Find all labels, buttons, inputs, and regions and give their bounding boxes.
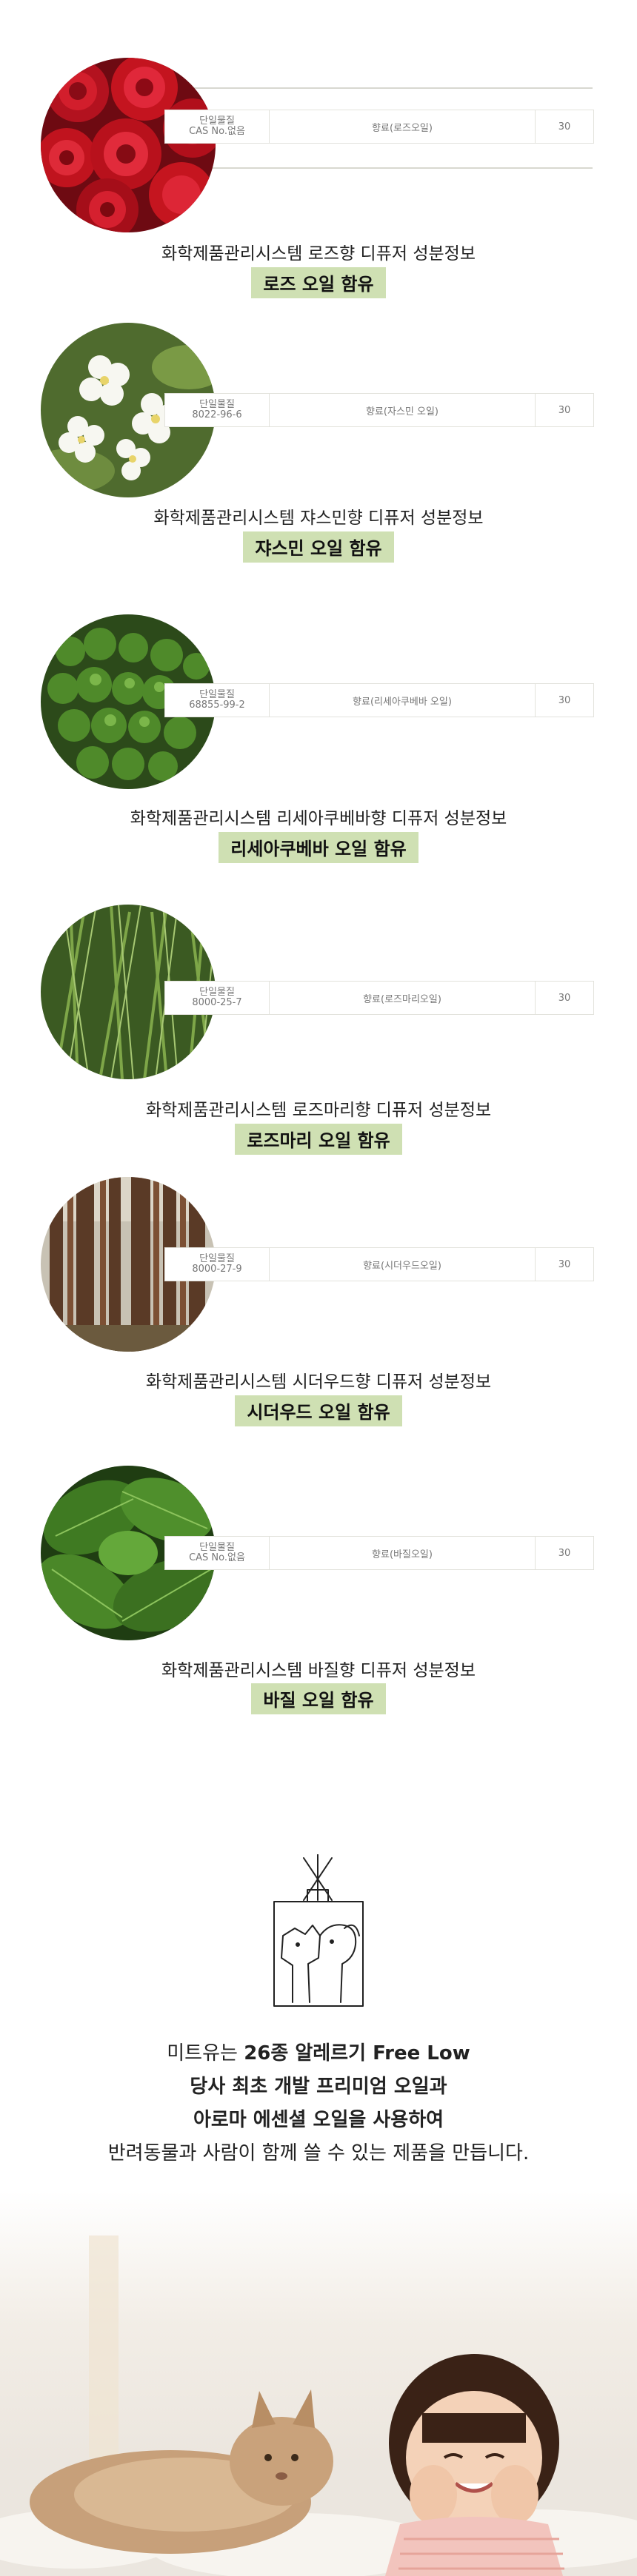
ingredient-section-basil: 단일물질 CAS No.없음 향료(바질오일) 30 화학제품관리시스템 바질향… <box>0 1466 637 1714</box>
cas-cell: 단일물질 8022-96-6 <box>165 394 270 426</box>
ingredient-table-row: 단일물질 CAS No.없음 향료(바질오일) 30 <box>164 1536 594 1570</box>
cas-number: CAS No.없음 <box>189 126 245 137</box>
ingredient-name: 향료(리세아쿠베바 오일) <box>270 684 536 717</box>
cas-label: 단일물질 <box>199 689 235 700</box>
ingredient-section-rose: 단일물질 CAS No.없음 향료(로즈오일) 30 화학제품관리시스템 로즈향… <box>0 58 637 302</box>
oil-highlight-text: 로즈 오일 함유 <box>251 267 386 298</box>
ingredient-table-row: 단일물질 8000-27-9 향료(시더우드오일) 30 <box>164 1247 594 1281</box>
oil-highlight-text: 로즈마리 오일 함유 <box>235 1124 402 1155</box>
divider <box>164 167 593 169</box>
cas-cell: 단일물질 8000-25-7 <box>165 982 270 1014</box>
intro-line-1-pre: 미트유는 <box>167 2042 244 2065</box>
ingredient-amount: 30 <box>558 694 571 706</box>
oil-highlight: 쟈스민 오일 함유 <box>0 531 637 563</box>
ingredient-table-row: 단일물질 68855-99-2 향료(리세아쿠베바 오일) 30 <box>164 683 594 717</box>
cas-number: 8000-27-9 <box>192 1264 242 1275</box>
oil-highlight-text: 바질 오일 함유 <box>251 1683 386 1714</box>
section-caption: 화학제품관리시스템 로즈향 디퓨저 성분정보 <box>161 244 476 264</box>
intro-line-3-text: 아로마 에센셜 오일을 사용하여 <box>193 2109 444 2131</box>
ingredient-table-row: 단일물질 8022-96-6 향료(자스민 오일) 30 <box>164 393 594 427</box>
section-caption: 화학제품관리시스템 리세아쿠베바향 디퓨저 성분정보 <box>130 809 507 828</box>
cas-cell: 단일물질 CAS No.없음 <box>165 110 270 143</box>
cas-label: 단일물질 <box>199 1253 235 1264</box>
ingredient-section-litsea: 단일물질 68855-99-2 향료(리세아쿠베바 오일) 30 화학제품관리시… <box>0 614 637 863</box>
intro-line-2-text: 당사 최초 개발 프리미엄 오일과 <box>190 2076 447 2098</box>
intro-line-1: 미트유는 26종 알레르기 Free Low <box>0 2037 637 2070</box>
cas-number: 68855-99-2 <box>189 700 245 711</box>
ingredient-amount: 30 <box>558 404 571 416</box>
oil-highlight: 리세아쿠베바 오일 함유 <box>0 832 637 863</box>
diffuser-pet-logo <box>244 1854 393 2010</box>
ingredient-table-row: 단일물질 8000-25-7 향료(로즈마리오일) 30 <box>164 981 594 1015</box>
cas-cell: 단일물질 68855-99-2 <box>165 684 270 717</box>
intro-line-2: 당사 최초 개발 프리미엄 오일과 <box>0 2070 637 2104</box>
cas-number: 8000-25-7 <box>192 997 242 1008</box>
intro-line-1-bold: 26종 알레르기 Free Low <box>244 2042 470 2065</box>
ingredient-amount: 30 <box>558 121 571 133</box>
oil-highlight: 로즈마리 오일 함유 <box>0 1124 637 1155</box>
oil-highlight: 시더우드 오일 함유 <box>0 1395 637 1426</box>
intro-line-3: 아로마 에센셜 오일을 사용하여 <box>0 2104 637 2137</box>
cas-cell: 단일물질 CAS No.없음 <box>165 1537 270 1569</box>
section-caption: 화학제품관리시스템 쟈스민향 디퓨저 성분정보 <box>153 509 484 528</box>
oil-highlight-text: 쟈스민 오일 함유 <box>243 531 394 563</box>
oil-highlight-text: 시더우드 오일 함유 <box>235 1395 402 1426</box>
cas-label: 단일물질 <box>199 987 235 998</box>
ingredient-name: 향료(로즈마리오일) <box>270 982 536 1014</box>
section-caption: 화학제품관리시스템 시더우드향 디퓨저 성분정보 <box>145 1372 492 1392</box>
ingredient-amount: 30 <box>558 992 571 1004</box>
oil-highlight: 바질 오일 함유 <box>0 1683 637 1714</box>
ingredient-name: 향료(시더우드오일) <box>270 1248 536 1281</box>
ingredient-section-jasmine: 단일물질 8022-96-6 향료(자스민 오일) 30 화학제품관리시스템 쟈… <box>0 323 637 567</box>
ingredient-section-rosemary: 단일물질 8000-25-7 향료(로즈마리오일) 30 화학제품관리시스템 로… <box>0 905 637 1155</box>
cas-cell: 단일물질 8000-27-9 <box>165 1248 270 1281</box>
ingredient-name: 향료(자스민 오일) <box>270 394 536 426</box>
ingredient-name: 향료(바질오일) <box>270 1537 536 1569</box>
section-caption: 화학제품관리시스템 로즈마리향 디퓨저 성분정보 <box>145 1101 492 1120</box>
oil-highlight-text: 리세아쿠베바 오일 함유 <box>219 832 418 863</box>
brand-intro: 미트유는 26종 알레르기 Free Low 당사 최초 개발 프리미엄 오일과… <box>0 2037 637 2170</box>
cat-and-child-photo <box>0 2191 637 2576</box>
rose-petals-image <box>41 58 216 232</box>
ingredient-table-row: 단일물질 CAS No.없음 향료(로즈오일) 30 <box>164 110 594 144</box>
cas-label: 단일물질 <box>199 399 235 410</box>
ingredient-section-cedarwood: 단일물질 8000-27-9 향료(시더우드오일) 30 화학제품관리시스템 시… <box>0 1177 637 1426</box>
cas-number: 8022-96-6 <box>192 409 242 420</box>
intro-line-4: 반려동물과 사람이 함께 쓸 수 있는 제품을 만듭니다. <box>107 2142 530 2164</box>
ingredient-amount: 30 <box>558 1547 571 1559</box>
ingredient-name: 향료(로즈오일) <box>270 110 536 143</box>
cas-label: 단일물질 <box>199 115 235 127</box>
divider <box>164 87 593 89</box>
oil-highlight: 로즈 오일 함유 <box>0 267 637 298</box>
cas-number: CAS No.없음 <box>189 1552 245 1563</box>
section-caption: 화학제품관리시스템 바질향 디퓨저 성분정보 <box>161 1661 476 1680</box>
cas-label: 단일물질 <box>199 1542 235 1553</box>
ingredient-amount: 30 <box>558 1258 571 1270</box>
